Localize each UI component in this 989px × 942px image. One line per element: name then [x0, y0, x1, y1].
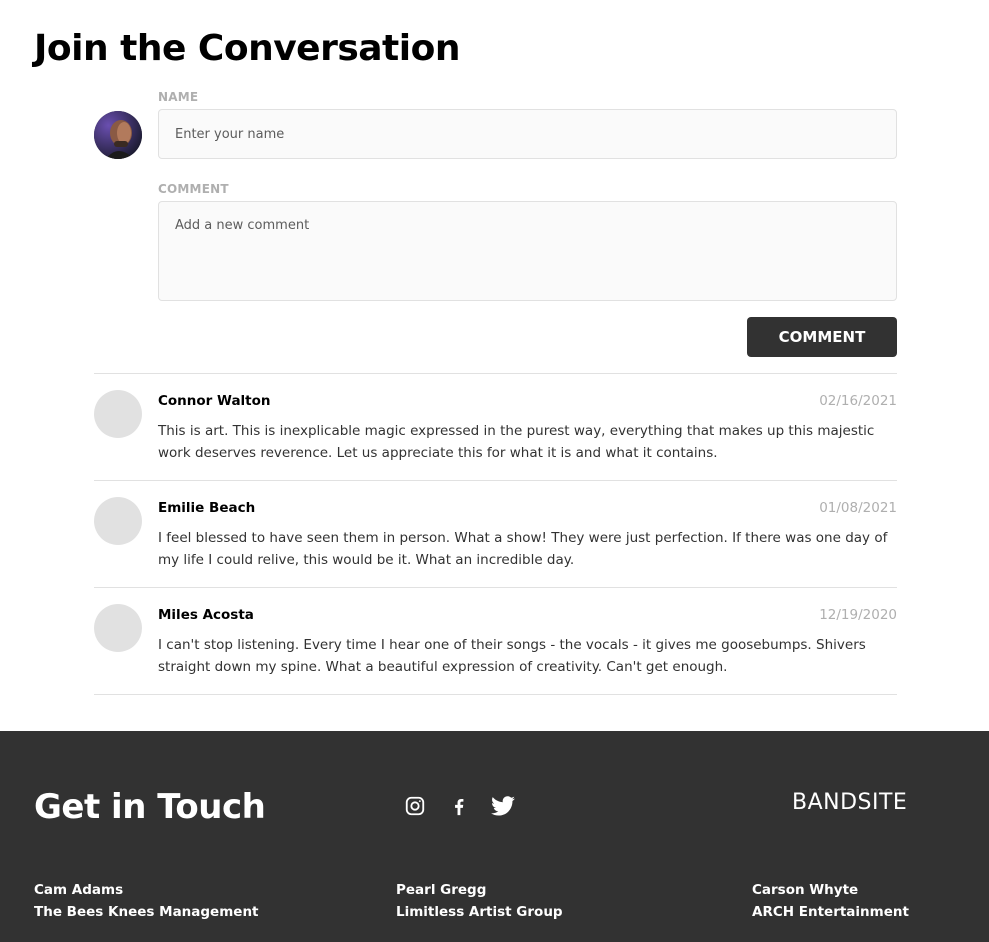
comment-text: This is art. This is inexplicable magic … [158, 423, 875, 461]
comment-item: Miles Acosta 12/19/2020 I can't stop lis… [94, 588, 897, 695]
contact-name: Carson Whyte [752, 882, 859, 898]
contact-name: Cam Adams [34, 882, 124, 898]
contact-company: Limitless Artist Group [396, 904, 563, 920]
comment-item: Emilie Beach 01/08/2021 I feel blessed t… [94, 481, 897, 588]
page-title: Join the Conversation [34, 28, 460, 69]
comment-avatar [94, 497, 142, 545]
contact-company: ARCH Entertainment [752, 904, 909, 920]
user-avatar [94, 111, 142, 159]
footer: Get in Touch BANDSITE Cam Adams The Bees… [0, 731, 989, 942]
instagram-icon[interactable] [402, 793, 428, 819]
comment-date: 02/16/2021 [819, 393, 897, 409]
comment-textarea[interactable] [158, 201, 897, 301]
comment-author: Miles Acosta [158, 607, 254, 623]
name-input[interactable] [158, 109, 897, 159]
comment-item: Connor Walton 02/16/2021 This is art. Th… [94, 374, 897, 481]
comment-date: 12/19/2020 [819, 607, 897, 623]
comment-avatar [94, 604, 142, 652]
contact-company: The Bees Knees Management [34, 904, 259, 920]
facebook-icon[interactable] [446, 793, 472, 819]
user-photo-icon [94, 111, 142, 159]
social-links [402, 793, 516, 819]
contact-block: Cam Adams The Bees Knees Management [34, 879, 259, 923]
comment-avatar [94, 390, 142, 438]
comment-label: COMMENT [158, 182, 229, 196]
comment-submit-button[interactable]: COMMENT [747, 317, 897, 357]
twitter-icon[interactable] [490, 793, 516, 819]
comment-date: 01/08/2021 [819, 500, 897, 516]
comment-text: I feel blessed to have seen them in pers… [158, 530, 888, 568]
contact-name: Pearl Gregg [396, 882, 487, 898]
brand-logo[interactable]: BANDSITE [792, 790, 907, 815]
comment-text: I can't stop listening. Every time I hea… [158, 637, 866, 675]
footer-title: Get in Touch [34, 787, 266, 827]
comment-author: Emilie Beach [158, 500, 256, 516]
contact-block: Pearl Gregg Limitless Artist Group [396, 879, 563, 923]
name-label: NAME [158, 90, 199, 104]
comment-author: Connor Walton [158, 393, 271, 409]
contact-block: Carson Whyte ARCH Entertainment [752, 879, 909, 923]
divider [94, 694, 897, 695]
